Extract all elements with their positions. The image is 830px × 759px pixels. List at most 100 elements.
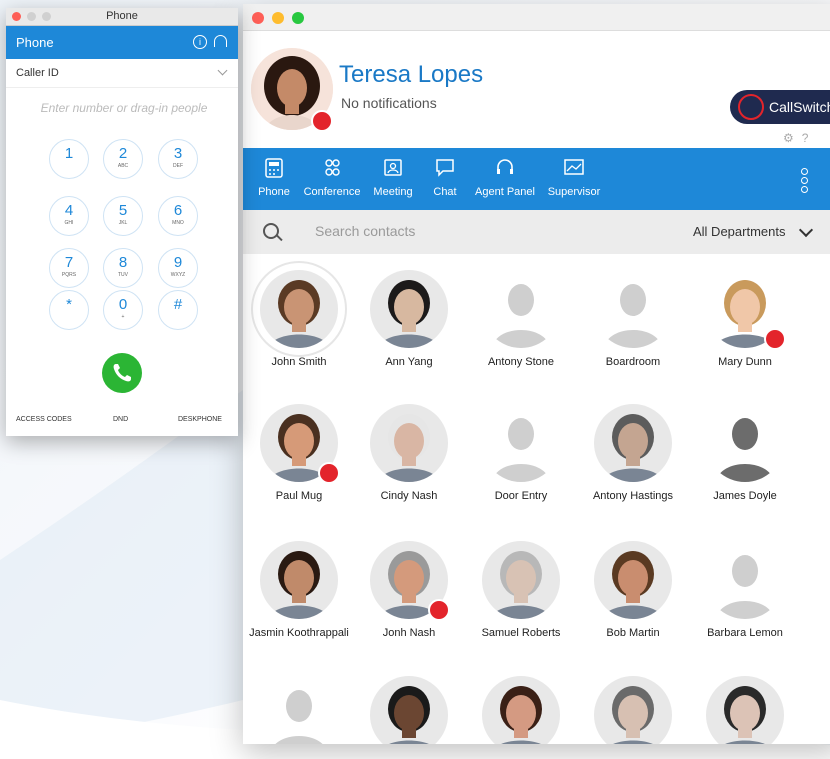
call-button[interactable] <box>102 353 142 393</box>
contact-name: James Doyle <box>713 490 777 502</box>
callswitch-button[interactable]: CallSwitch <box>730 90 830 124</box>
contact-name: Jonh Nash <box>382 627 436 639</box>
search-bar: All Departments <box>243 210 830 254</box>
contact-card[interactable] <box>577 676 689 744</box>
dial-key[interactable]: 2 ABC <box>103 139 143 179</box>
dial-key-digit: 9 <box>173 254 183 271</box>
phone-header: Phone i <box>6 26 238 59</box>
minimize-window-icon[interactable] <box>272 12 284 24</box>
close-window-icon[interactable] <box>12 12 21 21</box>
contact-card[interactable]: Cindy Nash <box>353 404 465 502</box>
toolbar-chat[interactable]: Chat <box>425 148 465 210</box>
contact-name: Mary Dunn <box>718 356 772 368</box>
contact-name: Antony Stone <box>487 356 555 368</box>
toolbar-meeting[interactable]: Meeting <box>369 148 417 210</box>
contact-avatar <box>594 270 672 348</box>
dial-key[interactable]: * <box>49 290 89 330</box>
contact-name: Paul Mug <box>275 490 323 502</box>
contact-avatar <box>370 541 450 621</box>
contact-card[interactable] <box>353 676 465 744</box>
contact-name: John Smith <box>271 356 327 368</box>
chevron-down-icon[interactable] <box>798 222 814 238</box>
close-window-icon[interactable] <box>252 12 264 24</box>
main-toolbar: Phone Conference Meeting Chat Agent Pane… <box>243 148 830 210</box>
dial-key[interactable]: 3 DEF <box>158 139 198 179</box>
dial-key[interactable]: # <box>158 290 198 330</box>
department-filter[interactable]: All Departments <box>693 224 785 239</box>
dial-key-digit: 8 <box>118 254 128 271</box>
contact-photo <box>706 404 784 482</box>
dial-key-letters: MNO <box>172 220 184 226</box>
dial-key[interactable]: 8 TUV <box>103 248 143 288</box>
contact-photo <box>482 676 560 744</box>
more-options-icon[interactable] <box>801 168 808 195</box>
dial-number-input[interactable] <box>16 100 232 116</box>
dial-key[interactable]: 0 + <box>103 290 143 330</box>
zoom-window-icon[interactable] <box>42 12 51 21</box>
contact-name: Cindy Nash <box>380 490 438 502</box>
toolbar-agent-panel[interactable]: Agent Panel <box>471 148 539 210</box>
contact-card[interactable]: Barbara Lemon <box>689 541 801 639</box>
contact-name: Boardroom <box>605 356 661 368</box>
dial-key[interactable]: 4 GHI <box>49 196 89 236</box>
search-input[interactable] <box>313 222 617 240</box>
phone-grid-icon <box>265 158 283 178</box>
toolbar-label: Meeting <box>373 186 413 198</box>
dial-key[interactable]: 5 JKL <box>103 196 143 236</box>
contact-avatar <box>482 541 560 619</box>
contact-card[interactable] <box>243 676 355 744</box>
contact-card[interactable]: Jasmin Koothrappali <box>243 541 355 639</box>
contact-card[interactable]: Antony Stone <box>465 270 577 368</box>
contact-card[interactable]: Samuel Roberts <box>465 541 577 639</box>
phone-window: Phone Phone i Caller ID 1 2ABC 3DEF 4GHI 5JK… <box>6 8 238 436</box>
contact-card[interactable]: Mary Dunn <box>689 270 801 368</box>
dial-key-letters: ABC <box>117 163 129 169</box>
contact-photo <box>370 270 448 348</box>
dial-key-letters: PQRS <box>61 272 77 278</box>
contact-photo <box>706 676 784 744</box>
caller-id-select[interactable]: Caller ID <box>6 59 238 88</box>
toolbar-supervisor[interactable]: Supervisor <box>545 148 603 210</box>
supervisor-icon <box>564 159 584 175</box>
dial-key-letters: + <box>121 314 125 320</box>
minimize-window-icon[interactable] <box>27 12 36 21</box>
dial-key[interactable]: 1 <box>49 139 89 179</box>
deskphone-button[interactable]: DESKPHONE <box>178 416 222 423</box>
contact-avatar <box>370 676 448 744</box>
contact-card[interactable]: James Doyle <box>689 404 801 502</box>
contact-card[interactable]: Bob Martin <box>577 541 689 639</box>
contact-photo <box>594 270 672 348</box>
contact-card[interactable]: Boardroom <box>577 270 689 368</box>
access-codes-button[interactable]: ACCESS CODES <box>16 416 72 423</box>
dial-key-digit: 3 <box>173 145 183 162</box>
contact-photo <box>370 404 448 482</box>
contact-card[interactable]: Ann Yang <box>353 270 465 368</box>
callswitch-label: CallSwitch <box>769 99 830 115</box>
dnd-button[interactable]: DND <box>113 416 128 423</box>
phone-window-title: Phone <box>106 10 138 22</box>
contact-card[interactable] <box>465 676 577 744</box>
notification-status: No notifications <box>341 95 437 111</box>
toolbar-conference[interactable]: Conference <box>301 148 363 210</box>
dial-key[interactable]: 9 WXYZ <box>158 248 198 288</box>
contact-card[interactable]: Antony Hastings <box>577 404 689 502</box>
chevron-down-icon <box>217 65 228 76</box>
contact-card[interactable]: John Smith <box>243 261 355 368</box>
headset-icon[interactable] <box>214 35 227 47</box>
contact-card[interactable] <box>689 676 801 744</box>
toolbar-phone[interactable]: Phone <box>253 148 295 210</box>
toolbar-label: Phone <box>258 186 290 198</box>
info-icon[interactable]: i <box>193 35 207 49</box>
dial-key[interactable]: 6 MNO <box>158 196 198 236</box>
contact-card[interactable]: Jonh Nash <box>353 541 465 639</box>
dial-key-letters: TUV <box>118 272 128 278</box>
dial-key[interactable]: 7 PQRS <box>49 248 89 288</box>
help-icon[interactable]: ? <box>802 131 817 145</box>
contact-name: Door Entry <box>494 490 548 502</box>
contact-name: Bob Martin <box>606 627 660 639</box>
dial-key-letters: WXYZ <box>170 272 186 278</box>
contact-card[interactable]: Paul Mug <box>243 404 355 502</box>
zoom-window-icon[interactable] <box>292 12 304 24</box>
contact-card[interactable]: Door Entry <box>465 404 577 502</box>
settings-gear-icon[interactable]: ⚙ <box>783 131 802 145</box>
